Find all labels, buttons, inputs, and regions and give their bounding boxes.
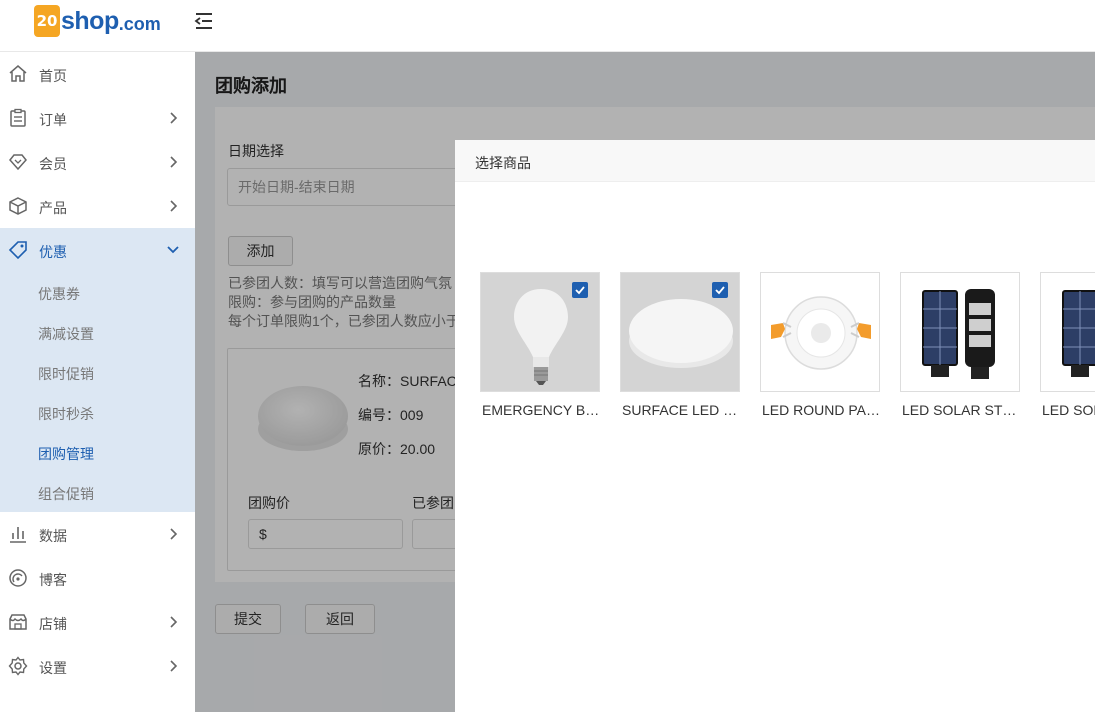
order-icon	[8, 108, 28, 128]
sidebar-item-settings[interactable]: 设置	[0, 644, 195, 688]
submenu-item-label: 优惠券	[38, 286, 80, 302]
modal-header: 选择商品	[455, 140, 1095, 182]
chevron-right-icon	[166, 615, 180, 629]
logo[interactable]: 20 shop .com	[34, 4, 161, 38]
goods-name: SURFACE LED ROUND	[622, 402, 742, 418]
goods-name: LED SOLAR	[1042, 402, 1095, 418]
goods-thumbnail	[900, 272, 1020, 392]
goods-name: LED ROUND PANEL	[762, 402, 882, 418]
chevron-right-icon	[166, 199, 180, 213]
submenu-item-bundle[interactable]: 组合促销	[0, 472, 195, 512]
menu-collapse-icon[interactable]	[193, 10, 215, 32]
submenu-item-limited-promo[interactable]: 限时促销	[0, 352, 195, 392]
sidebar-item-label: 订单	[39, 112, 67, 128]
goods-thumbnail	[620, 272, 740, 392]
goods-name: LED SOLAR STREET	[902, 402, 1022, 418]
sidebar-item-label: 会员	[39, 156, 67, 172]
goods-item[interactable]: LED ROUND PANEL	[760, 272, 882, 422]
submenu-item-label: 限时秒杀	[38, 406, 94, 422]
chevron-down-icon	[166, 243, 180, 257]
sidebar-item-label: 首页	[39, 68, 67, 84]
sidebar-item-blog[interactable]: 博客	[0, 556, 195, 600]
chart-icon	[8, 524, 28, 544]
sidebar-item-members[interactable]: 会员	[0, 140, 195, 184]
gear-icon	[8, 656, 28, 676]
goods-item[interactable]: LED SOLAR STREET	[900, 272, 1022, 422]
chevron-right-icon	[166, 155, 180, 169]
submenu-item-coupons[interactable]: 优惠券	[0, 272, 195, 312]
submenu-item-full-reduction[interactable]: 满减设置	[0, 312, 195, 352]
sidebar-item-label: 优惠	[39, 244, 67, 260]
chevron-right-icon	[166, 659, 180, 673]
tag-icon	[8, 240, 28, 260]
chevron-right-icon	[166, 111, 180, 125]
sidebar-item-home[interactable]: 首页	[0, 52, 195, 96]
sidebar-item-label: 数据	[39, 528, 67, 544]
sidebar-item-label: 博客	[39, 572, 67, 588]
sidebar-item-store[interactable]: 店铺	[0, 600, 195, 644]
submenu-item-label: 组合促销	[38, 486, 94, 502]
sidebar-item-products[interactable]: 产品	[0, 184, 195, 228]
chevron-right-icon	[166, 527, 180, 541]
goods-item[interactable]: LED SOLAR	[1040, 272, 1095, 422]
sidebar-item-label: 产品	[39, 200, 67, 216]
promotions-submenu: 优惠券 满减设置 限时促销 限时秒杀 团购管理 组合促销	[0, 272, 195, 512]
submenu-item-label: 团购管理	[38, 446, 94, 462]
submenu-item-label: 限时促销	[38, 366, 94, 382]
goods-thumbnail	[1040, 272, 1095, 392]
logo-badge: 20	[34, 5, 60, 37]
blog-icon	[8, 568, 28, 588]
logo-suffix: .com	[118, 13, 161, 34]
select-goods-modal: 选择商品 EMERGENCY BULB SURFACE LED R LED RO…	[455, 140, 1095, 712]
sidebar-item-promotions[interactable]: 优惠	[0, 228, 195, 272]
logo-name: shop	[61, 6, 119, 35]
member-icon	[8, 152, 28, 172]
sidebar-item-label: 设置	[39, 660, 67, 676]
modal-title: 选择商品	[475, 155, 531, 171]
goods-thumbnail	[760, 272, 880, 392]
goods-item[interactable]: SURFACE LED ROUND	[620, 272, 742, 422]
sidebar: 首页 订单 会员 产品 优惠 优惠券 满减设置 限时促销 限时秒杀 团购管理 组…	[0, 52, 195, 712]
goods-thumbnail	[480, 272, 600, 392]
submenu-item-label: 满减设置	[38, 326, 94, 342]
submenu-item-flash-sale[interactable]: 限时秒杀	[0, 392, 195, 432]
checkbox-checked-icon[interactable]	[572, 282, 588, 298]
sidebar-item-orders[interactable]: 订单	[0, 96, 195, 140]
top-header: 20 shop .com	[0, 0, 1095, 52]
sidebar-item-data[interactable]: 数据	[0, 512, 195, 556]
goods-name: EMERGENCY BULB	[482, 402, 602, 418]
submenu-item-group-buy[interactable]: 团购管理	[0, 432, 195, 472]
sidebar-item-label: 店铺	[39, 616, 67, 632]
home-icon	[8, 64, 28, 84]
checkbox-checked-icon[interactable]	[712, 282, 728, 298]
box-icon	[8, 196, 28, 216]
store-icon	[8, 612, 28, 632]
goods-item[interactable]: EMERGENCY BULB	[480, 272, 602, 422]
